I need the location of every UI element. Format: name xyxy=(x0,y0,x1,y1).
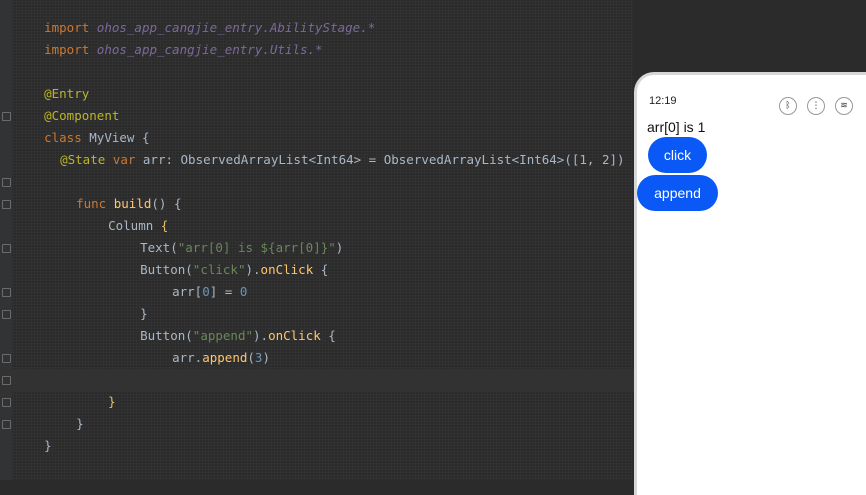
code-text: { xyxy=(313,262,329,277)
code-text: arr: ObservedArrayList<Int64> = Observed… xyxy=(135,152,625,167)
click-button[interactable]: click xyxy=(648,137,707,173)
code-line[interactable]: Text("arr[0] is ${arr[0]}") xyxy=(110,215,343,255)
code-editor[interactable]: import ohos_app_cangjie_entry.AbilitySta… xyxy=(0,0,634,480)
number-literal: 0 xyxy=(202,284,210,299)
number-literal: 0 xyxy=(239,284,248,299)
code-line[interactable]: @Entry xyxy=(14,61,89,101)
code-line-current[interactable]: } xyxy=(0,369,634,409)
code-text: arr[ xyxy=(172,284,203,299)
code-line[interactable]: Column { xyxy=(78,193,168,233)
code-line[interactable]: arr.append(3) xyxy=(142,325,270,365)
code-text: } xyxy=(76,416,84,431)
code-line[interactable]: Button("append").onClick { xyxy=(110,303,336,343)
code-text: ) xyxy=(262,350,270,365)
fold-marker-icon[interactable] xyxy=(2,354,11,363)
append-button[interactable]: append xyxy=(637,175,718,211)
code-line[interactable]: import ohos_app_cangjie_entry.AbilitySta… xyxy=(14,0,375,35)
fold-marker-icon[interactable] xyxy=(2,420,11,429)
brace: } xyxy=(108,394,116,409)
function-name: onClick xyxy=(260,262,314,277)
code-line[interactable]: @Component xyxy=(14,83,119,123)
code-text: } xyxy=(44,438,52,453)
device-preview: 12:19 ᛒ ⋮ ≋ arr[0] is 1 click append xyxy=(634,72,866,495)
fold-marker-icon[interactable] xyxy=(2,376,11,385)
keyword: import xyxy=(44,42,90,57)
fold-marker-icon[interactable] xyxy=(2,244,11,253)
code-line[interactable]: } xyxy=(14,413,52,453)
code-line[interactable]: } xyxy=(110,347,148,387)
code-line[interactable]: } xyxy=(46,391,84,431)
code-text: ). xyxy=(245,262,261,277)
code-text: arr. xyxy=(172,350,203,365)
function-name: append xyxy=(202,350,248,365)
signal-icon: ⋮ xyxy=(807,97,825,115)
bluetooth-icon: ᛒ xyxy=(779,97,797,115)
arr-value-text: arr[0] is 1 xyxy=(647,119,706,135)
import-path: ohos_app_cangjie_entry.Utils.* xyxy=(89,42,323,57)
code-line[interactable]: @State var arr: ObservedArrayList<Int64>… xyxy=(30,127,624,167)
fold-marker-icon[interactable] xyxy=(2,112,11,121)
code-text: ( xyxy=(247,350,255,365)
fold-marker-icon[interactable] xyxy=(2,200,11,209)
code-text: { xyxy=(320,328,336,343)
code-line[interactable]: func build() { xyxy=(46,171,181,211)
fold-marker-icon[interactable] xyxy=(2,288,11,297)
code-line[interactable]: arr[0] = 0 xyxy=(142,259,247,299)
code-line[interactable]: } xyxy=(110,281,148,321)
code-line[interactable]: class MyView { xyxy=(14,105,149,145)
status-time: 12:19 xyxy=(649,95,677,107)
fold-marker-icon[interactable] xyxy=(2,178,11,187)
fold-marker-icon[interactable] xyxy=(2,398,11,407)
keyword: var xyxy=(105,152,136,167)
function-name: onClick xyxy=(268,328,321,343)
annotation: @State xyxy=(60,152,106,167)
code-text: ) xyxy=(335,240,344,255)
wifi-icon: ≋ xyxy=(835,97,853,115)
fold-marker-icon[interactable] xyxy=(2,310,11,319)
code-line[interactable]: import ohos_app_cangjie_entry.Utils.* xyxy=(14,17,322,57)
code-line[interactable]: Button("click").onClick { xyxy=(110,237,328,277)
code-text: ] = xyxy=(209,284,240,299)
